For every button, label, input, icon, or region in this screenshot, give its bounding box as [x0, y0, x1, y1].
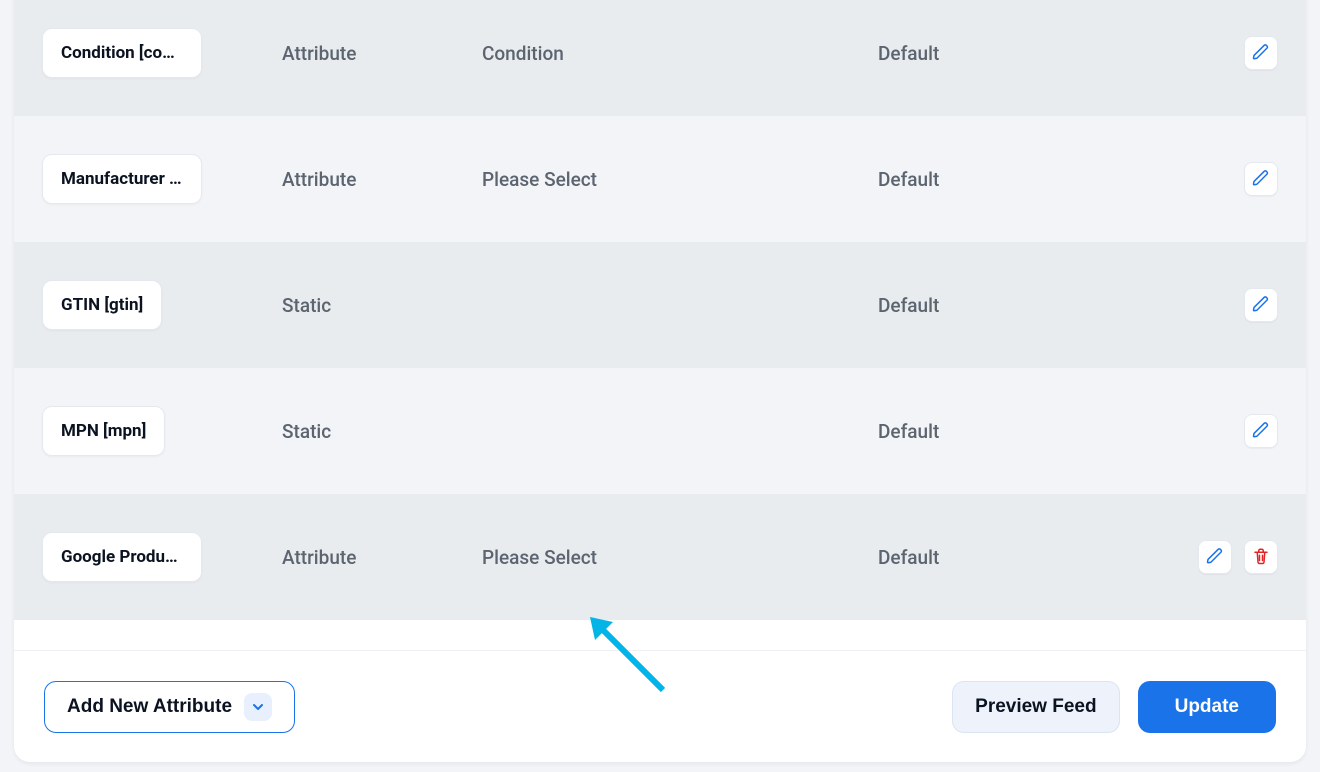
edit-button[interactable] [1244, 36, 1278, 70]
attribute-row: Google Product Category Attribute Please… [14, 494, 1306, 620]
pencil-icon [1252, 43, 1270, 64]
attribute-label: Condition [condition] [61, 43, 183, 63]
footer-actions: Preview Feed Update [952, 681, 1276, 733]
attribute-value: Condition [482, 42, 878, 65]
attribute-actions [1138, 540, 1278, 574]
preview-feed-button[interactable]: Preview Feed [952, 681, 1119, 733]
attribute-output: Default [878, 294, 1138, 317]
attribute-row: MPN [mpn] Static Default [14, 368, 1306, 494]
attribute-label: GTIN [gtin] [61, 295, 143, 315]
attribute-label: Manufacturer [brand] [61, 169, 183, 189]
attribute-value: Please Select [482, 546, 878, 569]
add-attribute-button[interactable]: Add New Attribute [44, 681, 295, 733]
attribute-type: Attribute [282, 168, 482, 191]
attribute-rows: Condition [condition] Attribute Conditio… [14, 0, 1306, 620]
attribute-label-tag[interactable]: Google Product Category [42, 532, 282, 582]
pencil-icon [1252, 421, 1270, 442]
pencil-icon [1206, 547, 1224, 568]
edit-button[interactable] [1244, 414, 1278, 448]
attribute-row: Manufacturer [brand] Attribute Please Se… [14, 116, 1306, 242]
footer-bar: Add New Attribute Preview Feed Update [14, 650, 1306, 762]
update-button[interactable]: Update [1138, 681, 1276, 733]
attribute-row: Condition [condition] Attribute Conditio… [14, 0, 1306, 116]
pencil-icon [1252, 295, 1270, 316]
attribute-output: Default [878, 420, 1138, 443]
chevron-down-icon [244, 693, 272, 721]
attribute-actions [1138, 36, 1278, 70]
attribute-label-tag[interactable]: MPN [mpn] [42, 406, 282, 456]
update-label: Update [1175, 696, 1239, 718]
attribute-label-tag[interactable]: Condition [condition] [42, 28, 282, 78]
trash-icon [1252, 547, 1270, 568]
attribute-type: Attribute [282, 546, 482, 569]
attribute-value: Please Select [482, 168, 878, 191]
attribute-actions [1138, 288, 1278, 322]
attribute-output: Default [878, 168, 1138, 191]
attribute-label-tag[interactable]: Manufacturer [brand] [42, 154, 282, 204]
attribute-type: Attribute [282, 42, 482, 65]
attribute-label: Google Product Category [61, 547, 183, 567]
edit-button[interactable] [1198, 540, 1232, 574]
attribute-label-tag[interactable]: GTIN [gtin] [42, 280, 282, 330]
attribute-type: Static [282, 420, 482, 443]
preview-feed-label: Preview Feed [975, 696, 1096, 718]
attribute-actions [1138, 414, 1278, 448]
attribute-type: Static [282, 294, 482, 317]
attribute-panel: Condition [condition] Attribute Conditio… [14, 0, 1306, 762]
page-root: Condition [condition] Attribute Conditio… [0, 0, 1320, 772]
attribute-actions [1138, 162, 1278, 196]
attribute-label: MPN [mpn] [61, 421, 146, 441]
add-attribute-label: Add New Attribute [67, 696, 232, 718]
attribute-row: GTIN [gtin] Static Default [14, 242, 1306, 368]
edit-button[interactable] [1244, 162, 1278, 196]
attribute-output: Default [878, 546, 1138, 569]
attribute-output: Default [878, 42, 1138, 65]
pencil-icon [1252, 169, 1270, 190]
delete-button[interactable] [1244, 540, 1278, 574]
edit-button[interactable] [1244, 288, 1278, 322]
